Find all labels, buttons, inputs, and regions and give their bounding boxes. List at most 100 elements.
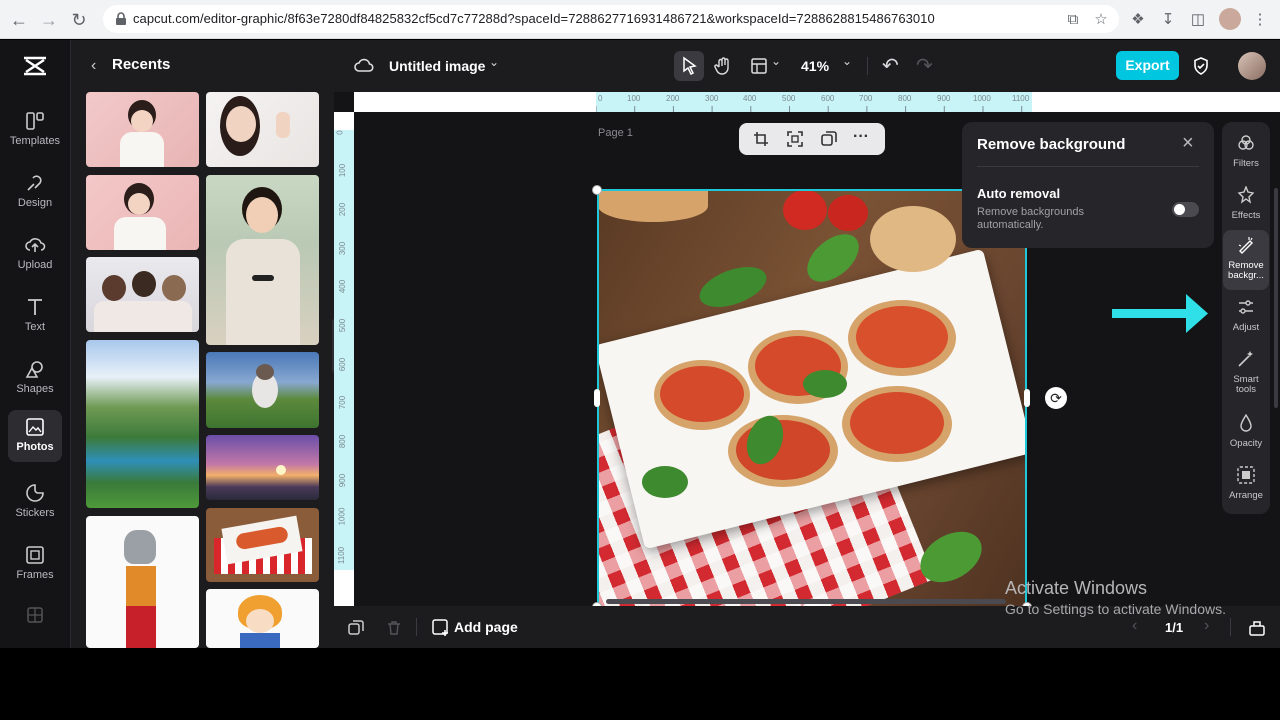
effects-icon bbox=[1237, 185, 1255, 204]
page-label: Page 1 bbox=[598, 127, 633, 139]
forward-icon[interactable]: → bbox=[38, 9, 60, 31]
element-toolbar: ··· bbox=[739, 123, 885, 155]
nav-upload[interactable]: Upload bbox=[8, 228, 62, 280]
rail-arrange[interactable]: Arrange bbox=[1223, 460, 1269, 512]
nav-label: Shapes bbox=[16, 383, 54, 395]
side-handle-left[interactable] bbox=[594, 389, 600, 407]
panel-title: Recents bbox=[112, 56, 171, 73]
photo-thumbnail[interactable] bbox=[206, 589, 319, 648]
zoom-chevron-icon[interactable]: ⌄ bbox=[842, 54, 852, 68]
prev-page-icon[interactable]: ‹ bbox=[1132, 617, 1137, 635]
zoom-level[interactable]: 41% bbox=[801, 58, 829, 74]
ruler-label: 300 bbox=[705, 94, 719, 103]
divider bbox=[1230, 618, 1231, 636]
nav-design[interactable]: Design bbox=[8, 166, 62, 218]
extensions-icon[interactable]: ❖ bbox=[1127, 9, 1149, 31]
ruler-label: 200 bbox=[666, 94, 680, 103]
rail-label: Arrange bbox=[1229, 490, 1263, 501]
photo-thumbnail[interactable] bbox=[86, 92, 199, 167]
photo-thumbnail[interactable] bbox=[206, 435, 319, 500]
ruler-label: 800 bbox=[898, 94, 912, 103]
photo-thumbnail[interactable] bbox=[86, 340, 199, 508]
trash-icon[interactable] bbox=[386, 620, 402, 636]
layers-icon[interactable] bbox=[348, 620, 364, 636]
rail-smart-tools[interactable]: Smart tools bbox=[1223, 344, 1269, 400]
bookmark-star-icon[interactable]: ☆ bbox=[1090, 9, 1112, 31]
auto-removal-toggle[interactable] bbox=[1172, 202, 1199, 217]
ruler-left: 0 100 200 300 400 500 600 700 800 900 10… bbox=[334, 112, 354, 606]
horizontal-scrollbar[interactable] bbox=[606, 599, 1006, 604]
toggle-knob bbox=[1174, 204, 1185, 215]
upload-icon bbox=[25, 238, 46, 252]
rail-adjust[interactable]: Adjust bbox=[1223, 292, 1269, 344]
more-options-icon[interactable]: ··· bbox=[853, 128, 869, 146]
add-page-button[interactable]: Add page bbox=[454, 619, 518, 635]
next-page-icon[interactable]: › bbox=[1204, 617, 1209, 635]
vertical-scrollbar[interactable] bbox=[1274, 188, 1278, 408]
side-handle-right[interactable] bbox=[1024, 389, 1030, 407]
photo-thumbnail[interactable] bbox=[206, 352, 319, 428]
profile-avatar[interactable] bbox=[1219, 8, 1241, 30]
back-icon[interactable]: ← bbox=[8, 9, 30, 31]
select-tool-button[interactable] bbox=[674, 51, 704, 81]
resize-handle[interactable] bbox=[592, 185, 602, 195]
cloud-icon[interactable] bbox=[354, 56, 374, 74]
layout-icon[interactable] bbox=[750, 57, 768, 75]
hand-icon[interactable] bbox=[712, 55, 734, 77]
photo-thumbnail[interactable] bbox=[206, 92, 319, 167]
stickers-icon bbox=[26, 484, 44, 502]
rotate-icon[interactable]: ⟳ bbox=[1045, 387, 1067, 409]
ruler-label: 700 bbox=[338, 395, 348, 410]
redo-icon[interactable]: ↷ bbox=[916, 53, 933, 78]
shield-icon[interactable] bbox=[1192, 56, 1210, 76]
ruler-label: 1000 bbox=[973, 94, 991, 103]
chevron-down-icon[interactable]: ⌄ bbox=[489, 55, 499, 69]
share-icon[interactable]: ⧉ bbox=[1062, 9, 1084, 31]
add-page-icon[interactable] bbox=[432, 619, 450, 637]
right-toolbar: Filters Effects Remove backgr... Adjust … bbox=[1222, 122, 1270, 514]
chevron-left-icon[interactable]: ‹ bbox=[91, 57, 96, 75]
ruler-label: 100 bbox=[627, 94, 641, 103]
rail-label: Effects bbox=[1231, 210, 1261, 221]
undo-icon[interactable]: ↶ bbox=[882, 53, 899, 78]
ruler-label: 800 bbox=[338, 434, 348, 449]
nav-text[interactable]: Text bbox=[8, 290, 62, 342]
photo-thumbnail[interactable] bbox=[206, 508, 319, 582]
layout-chevron-icon[interactable]: ⌄ bbox=[771, 54, 781, 68]
smart-tools-icon bbox=[1238, 351, 1253, 367]
sidebar-toggle-icon[interactable]: ◫ bbox=[1187, 9, 1209, 31]
browser-menu-icon[interactable]: ⋮ bbox=[1249, 9, 1271, 31]
rail-remove-background[interactable]: Remove backgr... bbox=[1223, 230, 1269, 290]
capcut-editor: Templates Design Upload Text Shapes Phot… bbox=[0, 40, 1280, 648]
nav-frames[interactable]: Frames bbox=[8, 538, 62, 590]
download-icon[interactable]: ↧ bbox=[1157, 9, 1179, 31]
editor-topbar: Untitled image ⌄ ⌄ 41% ⌄ ↶ ↷ Export bbox=[334, 40, 1280, 92]
rail-effects[interactable]: Effects bbox=[1223, 180, 1269, 232]
address-bar[interactable]: capcut.com/editor-graphic/8f63e7280df848… bbox=[103, 5, 1119, 33]
reload-icon[interactable]: ↻ bbox=[68, 9, 90, 31]
apps-grid-icon[interactable] bbox=[26, 606, 44, 624]
nav-templates[interactable]: Templates bbox=[8, 104, 62, 156]
rail-opacity[interactable]: Opacity bbox=[1223, 408, 1269, 460]
document-title[interactable]: Untitled image bbox=[389, 58, 485, 74]
export-button[interactable]: Export bbox=[1116, 51, 1179, 80]
close-icon[interactable]: × bbox=[1182, 132, 1194, 155]
opacity-icon bbox=[1240, 413, 1252, 432]
nav-photos[interactable]: Photos bbox=[8, 410, 62, 462]
crop-icon[interactable] bbox=[753, 131, 769, 147]
flip-icon[interactable] bbox=[787, 131, 803, 147]
recents-panel: ‹ Recents bbox=[71, 40, 340, 648]
nav-stickers[interactable]: Stickers bbox=[8, 476, 62, 528]
rail-filters[interactable]: Filters bbox=[1223, 128, 1269, 180]
photo-thumbnail[interactable] bbox=[206, 175, 319, 345]
browser-toolbar: ← → ↻ capcut.com/editor-graphic/8f63e728… bbox=[0, 0, 1280, 39]
nav-shapes[interactable]: Shapes bbox=[8, 352, 62, 404]
photo-thumbnail[interactable] bbox=[86, 175, 199, 250]
photo-thumbnail[interactable] bbox=[86, 257, 199, 332]
duplicate-icon[interactable] bbox=[821, 131, 837, 147]
user-avatar[interactable] bbox=[1238, 52, 1266, 80]
ruler-label: 0 bbox=[335, 130, 345, 135]
nav-label: Stickers bbox=[15, 507, 55, 519]
page-manager-icon[interactable] bbox=[1249, 620, 1265, 636]
photo-thumbnail[interactable] bbox=[86, 516, 199, 648]
